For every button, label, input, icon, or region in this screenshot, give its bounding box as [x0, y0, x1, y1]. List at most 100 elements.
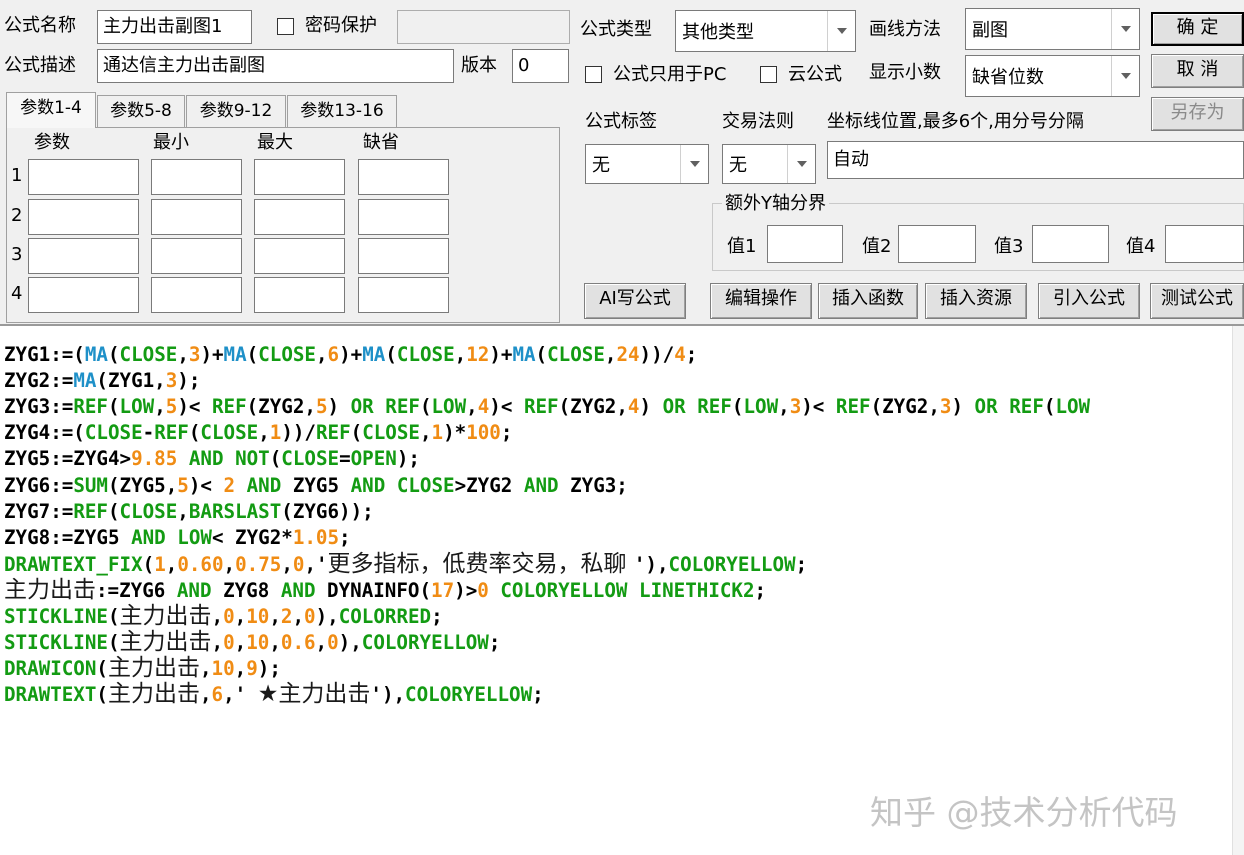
value-1-input[interactable] — [767, 225, 843, 263]
param-2-name-input[interactable] — [28, 199, 139, 235]
param-4-min-input[interactable] — [151, 277, 242, 313]
param-1-default-input[interactable] — [358, 159, 449, 195]
code-line[interactable]: DRAWTEXT(主力出击,6,' ★主力出击'),COLORYELLOW; — [4, 681, 544, 708]
code-line[interactable]: DRAWTEXT_FIX(1,0.60,0.75,0,'更多指标，低费率交易，私… — [4, 551, 807, 578]
code-line[interactable]: STICKLINE(主力出击,0,10,2,0),COLORRED; — [4, 603, 443, 630]
param-2-min-input[interactable] — [151, 199, 242, 235]
password-protect-checkbox[interactable] — [277, 18, 294, 35]
param-3-max-input[interactable] — [254, 238, 345, 274]
code-token: ) — [639, 395, 663, 419]
ai-write-formula-button[interactable]: AI写公式 — [584, 283, 686, 319]
value-3-input[interactable] — [1032, 225, 1109, 263]
code-token: 更多指标，低费率交易，私聊 — [327, 550, 634, 577]
chevron-down-icon[interactable] — [1111, 56, 1139, 96]
chevron-down-icon[interactable] — [827, 11, 855, 51]
param-4-name-input[interactable] — [28, 277, 139, 313]
code-token: LOW — [1055, 395, 1091, 419]
code-token: , — [199, 657, 212, 681]
import-formula-button[interactable]: 引入公式 — [1038, 283, 1140, 319]
param-2-max-input[interactable] — [254, 199, 345, 235]
code-token: , — [165, 552, 178, 576]
password-input[interactable] — [397, 10, 570, 44]
insert-function-button[interactable]: 插入函数 — [818, 283, 918, 319]
param-3-default-input[interactable] — [358, 238, 449, 274]
value-2-input[interactable] — [898, 225, 976, 263]
code-line[interactable]: DRAWICON(主力出击,10,9); — [4, 655, 281, 682]
test-formula-button[interactable]: 测试公式 — [1150, 283, 1244, 319]
param-1-name-input[interactable] — [28, 159, 139, 195]
param-2-default-input[interactable] — [358, 199, 449, 235]
formula-code-editor[interactable]: 知乎 @技术分析代码 ZYG1:=(MA(CLOSE,3)+MA(CLOSE,6… — [0, 324, 1244, 855]
code-token: ,' — [304, 552, 328, 576]
code-line[interactable]: ZYG3:=REF(LOW,5)< REF(ZYG2,5) OR REF(LOW… — [4, 394, 1090, 420]
cloud-formula-checkbox[interactable] — [760, 66, 777, 83]
save-as-button[interactable]: 另存为 — [1151, 97, 1244, 131]
insert-resource-button[interactable]: 插入资源 — [925, 283, 1027, 319]
version-input[interactable]: 0 — [512, 49, 569, 83]
decimals-select[interactable]: 缺省位数 — [965, 55, 1140, 97]
param-1-max-input[interactable] — [254, 159, 345, 195]
cancel-button[interactable]: 取 消 — [1151, 54, 1244, 88]
tab-params-9-12[interactable]: 参数9-12 — [186, 95, 286, 127]
param-3-min-input[interactable] — [151, 238, 242, 274]
code-line[interactable]: ZYG6:=SUM(ZYG5,5)< 2 AND ZYG5 AND CLOSE>… — [4, 473, 628, 499]
code-line[interactable]: 主力出击:=ZYG6 AND ZYG8 AND DYNAINFO(17)>0 C… — [4, 577, 766, 604]
ok-button[interactable]: 确 定 — [1151, 12, 1244, 46]
formula-name-input[interactable]: 主力出击副图1 — [97, 10, 252, 44]
trade-rule-select[interactable]: 无 — [722, 144, 816, 184]
code-token: 5 — [315, 395, 328, 419]
code-token: , — [419, 421, 432, 445]
formula-type-select[interactable]: 其他类型 — [675, 10, 856, 52]
code-token: STICKLINE — [4, 605, 108, 628]
code-token: , — [177, 499, 189, 523]
param-1-min-input[interactable] — [151, 159, 242, 195]
tab-params-13-16[interactable]: 参数13-16 — [287, 95, 397, 127]
draw-method-select[interactable]: 副图 — [965, 8, 1140, 50]
chevron-down-icon[interactable] — [680, 145, 708, 183]
code-token: 5 — [177, 473, 189, 497]
code-token: ZYG5:=ZYG4> — [4, 447, 132, 471]
pc-only-label: 公式只用于PC — [613, 64, 727, 85]
password-protect-label: 密码保护 — [305, 15, 377, 36]
code-token: ); — [257, 657, 281, 681]
param-3-name-input[interactable] — [28, 238, 139, 274]
code-token: 17 — [431, 578, 455, 602]
value-4-input[interactable] — [1165, 225, 1244, 263]
code-token: ( — [731, 395, 744, 419]
code-line[interactable]: ZYG1:=(MA(CLOSE,3)+MA(CLOSE,6)+MA(CLOSE,… — [4, 342, 697, 368]
code-token: 1 — [154, 552, 166, 576]
code-token: LINETHICK2 — [639, 578, 755, 602]
code-line[interactable]: ZYG7:=REF(CLOSE,BARSLAST(ZYG6)); — [4, 499, 374, 525]
formula-name-label: 公式名称 — [4, 15, 76, 36]
decimals-value: 缺省位数 — [972, 67, 1044, 88]
formula-desc-input[interactable]: 通达信主力出击副图 — [97, 49, 454, 83]
code-token: '), — [370, 683, 406, 707]
editor-scrollbar[interactable] — [1232, 326, 1244, 855]
param-4-max-input[interactable] — [254, 277, 345, 313]
chevron-down-icon[interactable] — [1111, 9, 1139, 49]
axis-position-input[interactable]: 自动 — [827, 141, 1244, 179]
tab-params-1-4[interactable]: 参数1-4 — [6, 92, 96, 128]
code-token: CLOSE — [84, 421, 143, 445]
code-token: )< — [177, 395, 212, 419]
draw-method-value: 副图 — [972, 20, 1008, 41]
code-token: REF — [1009, 395, 1044, 419]
code-line[interactable]: ZYG5:=ZYG4>9.85 AND NOT(CLOSE=OPEN); — [4, 446, 420, 472]
param-4-default-input[interactable] — [358, 277, 449, 313]
code-line[interactable]: STICKLINE(主力出击,0,10,0.6,0),COLORYELLOW; — [4, 629, 500, 656]
code-line[interactable]: ZYG8:=ZYG5 AND LOW< ZYG2*1.05; — [4, 525, 351, 551]
chevron-down-icon[interactable] — [787, 145, 815, 183]
code-line[interactable]: ZYG4:=(CLOSE-REF(CLOSE,1))/REF(CLOSE,1)*… — [4, 420, 512, 446]
code-token: ( — [107, 631, 120, 655]
tab-params-5-8[interactable]: 参数5-8 — [97, 95, 185, 127]
code-token: DRAWICON — [4, 657, 97, 681]
edit-operation-button[interactable]: 编辑操作 — [710, 283, 812, 319]
formula-tag-select[interactable]: 无 — [585, 144, 709, 184]
pc-only-checkbox[interactable] — [585, 66, 602, 83]
code-line[interactable]: ZYG2:=MA(ZYG1,3); — [4, 368, 200, 394]
code-token: ; — [754, 578, 767, 602]
